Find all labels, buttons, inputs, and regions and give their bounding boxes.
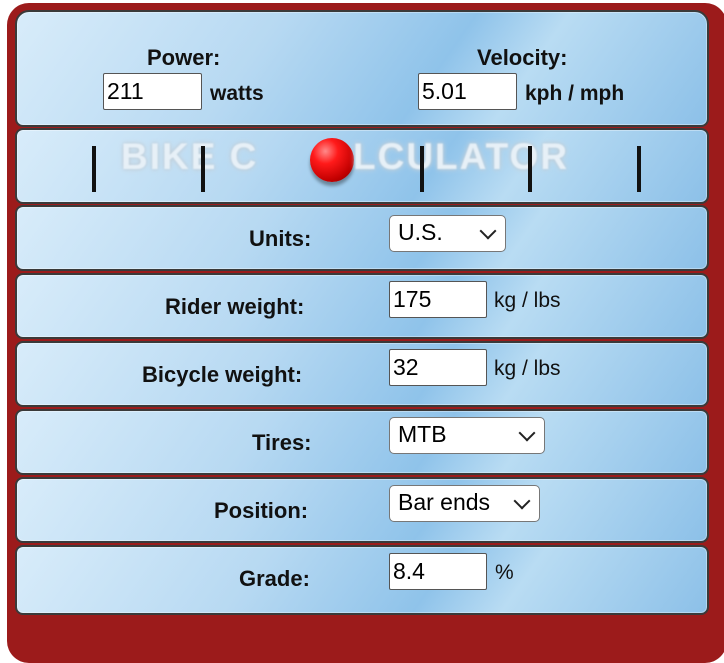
- chevron-down-icon: [479, 222, 497, 240]
- grade-input[interactable]: 8.4: [389, 553, 487, 590]
- grade-unit: %: [495, 561, 514, 584]
- tires-row: Tires: MTB: [15, 409, 709, 475]
- banner-title-left: BIKE C: [121, 136, 259, 177]
- position-label: Position:: [214, 498, 309, 523]
- red-ball-icon: [310, 138, 354, 182]
- rider-weight-row: Rider weight: 175 kg / lbs: [15, 273, 709, 339]
- rider-weight-input[interactable]: 175: [389, 281, 487, 318]
- banner-bar-inner-1: [201, 146, 205, 192]
- banner-bar-inner-2: [420, 146, 424, 192]
- bicycle-weight-label: Bicycle weight:: [142, 362, 303, 387]
- tires-select[interactable]: MTB: [389, 417, 545, 454]
- chevron-down-icon: [518, 424, 536, 442]
- tires-label: Tires:: [252, 430, 312, 455]
- rider-weight-unit: kg / lbs: [494, 289, 561, 312]
- bicycle-weight-row: Bicycle weight: 32 kg / lbs: [15, 341, 709, 407]
- banner-bar-inner-3: [528, 146, 532, 192]
- power-velocity-panel: Power: 211 watts Velocity: 5.01 kph / mp…: [15, 10, 709, 127]
- bicycle-weight-input[interactable]: 32: [389, 349, 487, 386]
- grade-label: Grade:: [239, 566, 310, 591]
- velocity-label: Velocity:: [477, 45, 568, 70]
- position-row: Position: Bar ends: [15, 477, 709, 543]
- banner-title-right: LCULATOR: [353, 136, 570, 177]
- banner-bar-right: [637, 146, 641, 192]
- banner-bar-left: [92, 146, 96, 192]
- power-input[interactable]: 211: [103, 73, 202, 110]
- units-label: Units:: [249, 226, 312, 251]
- position-select-value: Bar ends: [398, 489, 491, 515]
- grade-row: Grade: 8.4 %: [15, 545, 709, 615]
- bike-calculator-banner: BIKE C LCULATOR: [15, 128, 709, 204]
- bicycle-weight-unit: kg / lbs: [494, 357, 561, 380]
- rider-weight-label: Rider weight:: [165, 294, 305, 319]
- units-select-value: U.S.: [398, 219, 443, 245]
- units-select[interactable]: U.S.: [389, 215, 506, 252]
- position-select[interactable]: Bar ends: [389, 485, 540, 522]
- power-unit: watts: [210, 82, 264, 105]
- chevron-down-icon: [513, 492, 531, 510]
- units-row: Units: U.S.: [15, 205, 709, 271]
- power-label: Power:: [147, 45, 221, 70]
- tires-select-value: MTB: [398, 421, 447, 447]
- velocity-input[interactable]: 5.01: [418, 73, 517, 110]
- velocity-unit: kph / mph: [525, 82, 625, 105]
